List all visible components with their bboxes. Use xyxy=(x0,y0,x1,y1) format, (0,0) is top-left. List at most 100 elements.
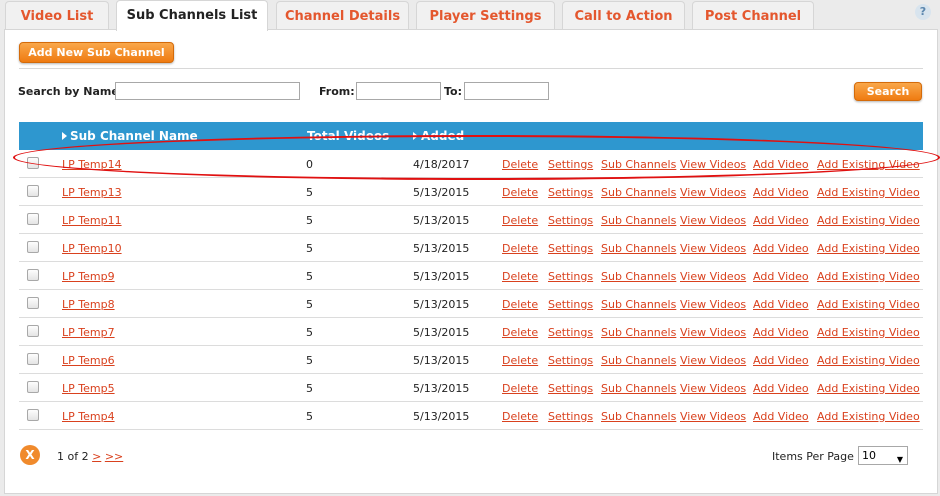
settings-link[interactable]: Settings xyxy=(548,270,593,283)
sub-channels-link[interactable]: Sub Channels xyxy=(601,158,676,171)
row-checkbox[interactable] xyxy=(27,269,39,281)
tab-post-channel[interactable]: Post Channel xyxy=(692,1,814,30)
settings-link[interactable]: Settings xyxy=(548,158,593,171)
from-date-input[interactable] xyxy=(356,82,441,100)
row-checkbox[interactable] xyxy=(27,325,39,337)
tab-player-settings[interactable]: Player Settings xyxy=(416,1,555,30)
add-video-link[interactable]: Add Video xyxy=(753,242,809,255)
add-video-link[interactable]: Add Video xyxy=(753,354,809,367)
header-added[interactable]: Added xyxy=(413,129,464,143)
sub-channel-name-link[interactable]: LP Temp5 xyxy=(62,382,115,395)
add-new-sub-channel-button[interactable]: Add New Sub Channel xyxy=(19,42,174,63)
add-video-link[interactable]: Add Video xyxy=(753,298,809,311)
view-videos-link[interactable]: View Videos xyxy=(680,270,746,283)
total-videos-cell: 5 xyxy=(306,242,313,255)
header-sub-channel-name[interactable]: Sub Channel Name xyxy=(62,129,198,143)
sub-channels-link[interactable]: Sub Channels xyxy=(601,270,676,283)
add-video-link[interactable]: Add Video xyxy=(753,214,809,227)
add-existing-video-link[interactable]: Add Existing Video xyxy=(817,298,920,311)
settings-link[interactable]: Settings xyxy=(548,242,593,255)
tab-video-list[interactable]: Video List xyxy=(5,1,109,30)
delete-link[interactable]: Delete xyxy=(502,326,538,339)
settings-link[interactable]: Settings xyxy=(548,354,593,367)
view-videos-link[interactable]: View Videos xyxy=(680,158,746,171)
next-page-link[interactable]: > xyxy=(92,450,101,463)
row-checkbox[interactable] xyxy=(27,185,39,197)
add-existing-video-link[interactable]: Add Existing Video xyxy=(817,270,920,283)
search-button[interactable]: Search xyxy=(854,82,922,101)
delete-link[interactable]: Delete xyxy=(502,242,538,255)
add-video-link[interactable]: Add Video xyxy=(753,186,809,199)
sub-channel-name-link[interactable]: LP Temp6 xyxy=(62,354,115,367)
last-page-link[interactable]: >> xyxy=(105,450,123,463)
sub-channels-link[interactable]: Sub Channels xyxy=(601,354,676,367)
items-per-page-select[interactable]: 10 ▼ xyxy=(858,446,908,465)
delete-link[interactable]: Delete xyxy=(502,158,538,171)
view-videos-link[interactable]: View Videos xyxy=(680,214,746,227)
row-checkbox[interactable] xyxy=(27,409,39,421)
sub-channels-link[interactable]: Sub Channels xyxy=(601,382,676,395)
view-videos-link[interactable]: View Videos xyxy=(680,298,746,311)
settings-link[interactable]: Settings xyxy=(548,410,593,423)
sub-channels-link[interactable]: Sub Channels xyxy=(601,186,676,199)
row-checkbox[interactable] xyxy=(27,381,39,393)
sub-channel-name-link[interactable]: LP Temp9 xyxy=(62,270,115,283)
sub-channels-link[interactable]: Sub Channels xyxy=(601,326,676,339)
help-icon[interactable]: ? xyxy=(915,4,931,20)
search-name-input[interactable] xyxy=(115,82,300,100)
add-video-link[interactable]: Add Video xyxy=(753,410,809,423)
sub-channel-name-link[interactable]: LP Temp7 xyxy=(62,326,115,339)
settings-link[interactable]: Settings xyxy=(548,186,593,199)
view-videos-link[interactable]: View Videos xyxy=(680,354,746,367)
view-videos-link[interactable]: View Videos xyxy=(680,382,746,395)
row-checkbox[interactable] xyxy=(27,157,39,169)
sub-channels-link[interactable]: Sub Channels xyxy=(601,298,676,311)
sub-channel-name-link[interactable]: LP Temp4 xyxy=(62,410,115,423)
add-existing-video-link[interactable]: Add Existing Video xyxy=(817,326,920,339)
to-date-input[interactable] xyxy=(464,82,549,100)
add-existing-video-link[interactable]: Add Existing Video xyxy=(817,410,920,423)
add-existing-video-link[interactable]: Add Existing Video xyxy=(817,242,920,255)
sub-channel-name-link[interactable]: LP Temp10 xyxy=(62,242,122,255)
view-videos-link[interactable]: View Videos xyxy=(680,186,746,199)
sub-channel-name-link[interactable]: LP Temp13 xyxy=(62,186,122,199)
add-existing-video-link[interactable]: Add Existing Video xyxy=(817,354,920,367)
total-videos-cell: 5 xyxy=(306,214,313,227)
tab-call-to-action[interactable]: Call to Action xyxy=(562,1,685,30)
delete-link[interactable]: Delete xyxy=(502,354,538,367)
add-existing-video-link[interactable]: Add Existing Video xyxy=(817,382,920,395)
add-video-link[interactable]: Add Video xyxy=(753,326,809,339)
sub-channels-link[interactable]: Sub Channels xyxy=(601,214,676,227)
add-existing-video-link[interactable]: Add Existing Video xyxy=(817,214,920,227)
tab-sub-channels-list[interactable]: Sub Channels List xyxy=(116,0,268,31)
sub-channels-link[interactable]: Sub Channels xyxy=(601,242,676,255)
add-existing-video-link[interactable]: Add Existing Video xyxy=(817,186,920,199)
close-icon[interactable]: X xyxy=(20,445,40,465)
row-checkbox[interactable] xyxy=(27,241,39,253)
delete-link[interactable]: Delete xyxy=(502,214,538,227)
sub-channel-name-link[interactable]: LP Temp14 xyxy=(62,158,122,171)
delete-link[interactable]: Delete xyxy=(502,186,538,199)
delete-link[interactable]: Delete xyxy=(502,298,538,311)
delete-link[interactable]: Delete xyxy=(502,270,538,283)
settings-link[interactable]: Settings xyxy=(548,382,593,395)
settings-link[interactable]: Settings xyxy=(548,326,593,339)
settings-link[interactable]: Settings xyxy=(548,214,593,227)
add-video-link[interactable]: Add Video xyxy=(753,158,809,171)
row-checkbox[interactable] xyxy=(27,213,39,225)
delete-link[interactable]: Delete xyxy=(502,410,538,423)
tab-channel-details[interactable]: Channel Details xyxy=(276,1,409,30)
view-videos-link[interactable]: View Videos xyxy=(680,410,746,423)
view-videos-link[interactable]: View Videos xyxy=(680,242,746,255)
sub-channels-link[interactable]: Sub Channels xyxy=(601,410,676,423)
settings-link[interactable]: Settings xyxy=(548,298,593,311)
view-videos-link[interactable]: View Videos xyxy=(680,326,746,339)
add-video-link[interactable]: Add Video xyxy=(753,270,809,283)
row-checkbox[interactable] xyxy=(27,353,39,365)
row-checkbox[interactable] xyxy=(27,297,39,309)
add-video-link[interactable]: Add Video xyxy=(753,382,809,395)
sub-channel-name-link[interactable]: LP Temp8 xyxy=(62,298,115,311)
delete-link[interactable]: Delete xyxy=(502,382,538,395)
add-existing-video-link[interactable]: Add Existing Video xyxy=(817,158,920,171)
sub-channel-name-link[interactable]: LP Temp11 xyxy=(62,214,122,227)
